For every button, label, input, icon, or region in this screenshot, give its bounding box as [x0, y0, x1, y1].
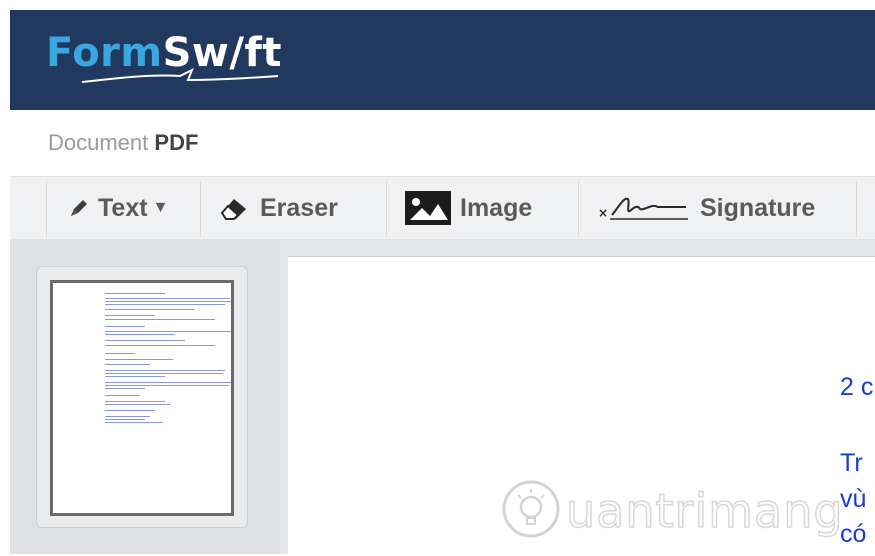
- page-text-line[interactable]: Tr: [840, 449, 863, 478]
- document-label: Document: [48, 130, 149, 155]
- pencil-icon: [68, 197, 90, 219]
- image-tool-button[interactable]: Image: [404, 177, 564, 239]
- toolbar-divider: [856, 181, 857, 237]
- page-text-line[interactable]: có: [840, 520, 866, 549]
- image-tool-label: Image: [460, 193, 533, 222]
- page-text-line[interactable]: vù: [840, 485, 866, 514]
- app-header: FormSw/ft: [10, 10, 875, 110]
- toolbar-divider: [578, 181, 579, 237]
- signature-icon: ×: [598, 193, 692, 223]
- document-type: PDF: [154, 130, 199, 155]
- document-title: Document PDF: [48, 130, 198, 156]
- page-thumbnail-card[interactable]: [36, 266, 248, 528]
- eraser-icon: [218, 195, 252, 221]
- signature-tool-button[interactable]: × Signature: [598, 177, 848, 239]
- page-thumbnails-panel: [10, 240, 280, 554]
- page-thumbnail[interactable]: [50, 280, 234, 516]
- eraser-tool-button[interactable]: Eraser: [218, 177, 378, 239]
- svg-text:×: ×: [598, 206, 608, 220]
- toolbar-divider: [200, 181, 201, 237]
- document-page[interactable]: [288, 256, 875, 556]
- text-tool-button[interactable]: Text ▼: [68, 177, 198, 239]
- toolbar-divider: [46, 181, 47, 237]
- logo-swoosh-icon: [81, 68, 279, 83]
- document-viewer[interactable]: [280, 240, 875, 556]
- toolbar-divider: [386, 181, 387, 237]
- text-tool-label: Text: [98, 193, 148, 222]
- eraser-tool-label: Eraser: [260, 193, 338, 222]
- image-icon: [404, 190, 452, 226]
- caret-down-icon: ▼: [152, 199, 169, 216]
- editor-toolbar: Text ▼ Eraser Image × Signature: [10, 176, 875, 240]
- signature-tool-label: Signature: [700, 193, 816, 222]
- page-text-line[interactable]: 2 c: [840, 373, 873, 402]
